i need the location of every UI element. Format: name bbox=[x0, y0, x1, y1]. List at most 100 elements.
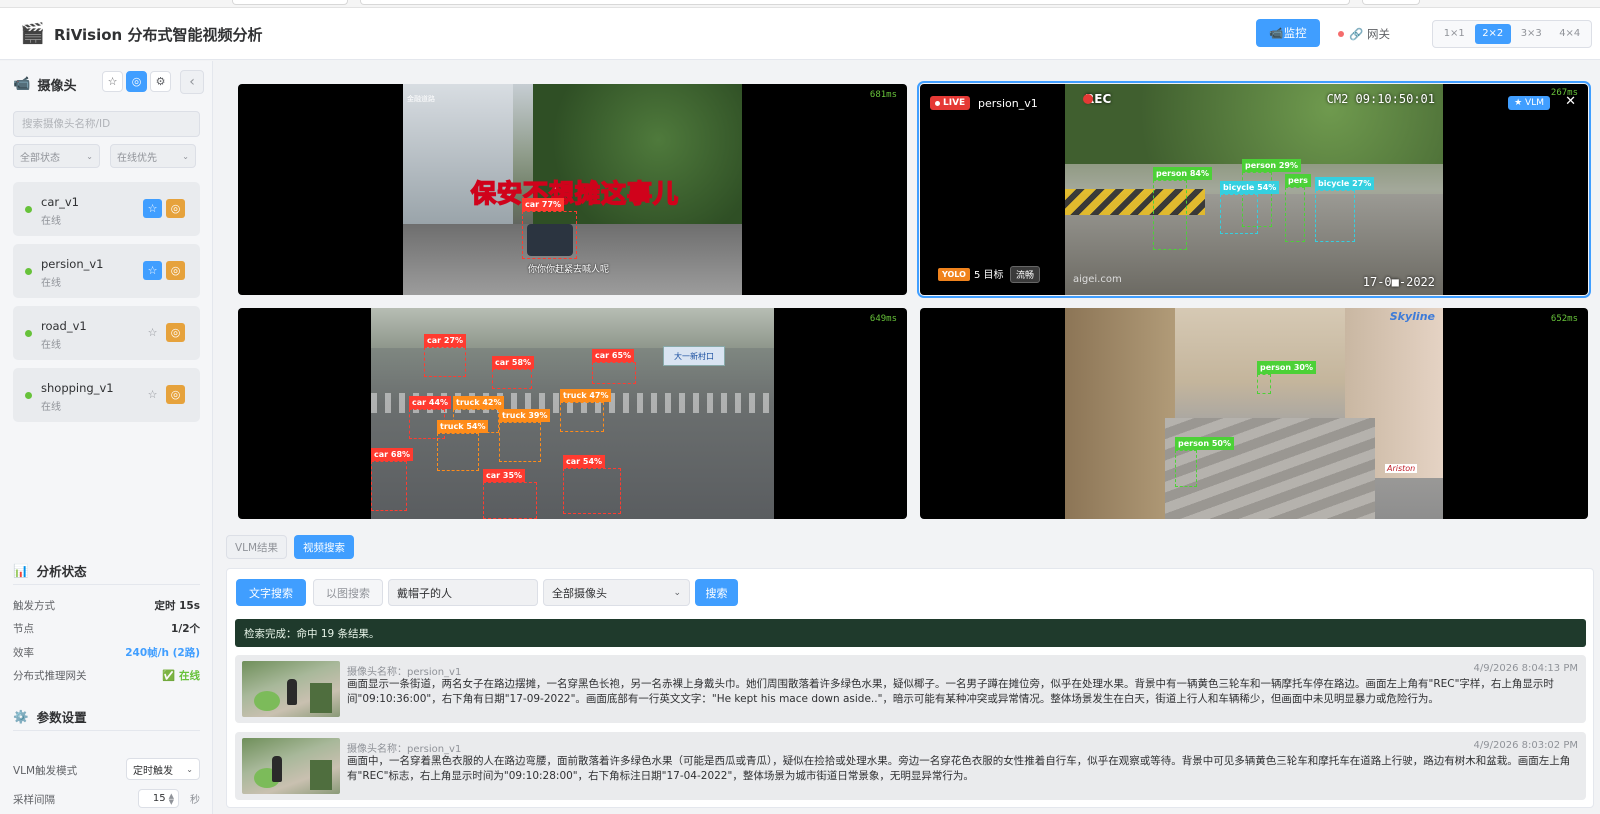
favorite-star-icon[interactable]: ☆ bbox=[143, 261, 162, 280]
browser-address-edge bbox=[360, 0, 1350, 5]
online-status-dot bbox=[25, 206, 32, 213]
favorite-filter-button[interactable]: ☆ bbox=[102, 71, 123, 92]
detection-label: car 58% bbox=[492, 356, 535, 369]
layout-4x4-button[interactable]: 4×4 bbox=[1552, 24, 1589, 44]
stepper-arrows-icon[interactable]: ▲ ▼ bbox=[169, 792, 174, 805]
interval-value: 15 bbox=[152, 793, 166, 804]
camera-state: 在线 bbox=[41, 278, 61, 289]
video-tile-road-v1[interactable]: 大一新村口 car 27% car 58% car 65% car 44% tr… bbox=[238, 308, 907, 519]
detection-box: person 30% bbox=[1257, 361, 1316, 394]
camera-card-road-v1[interactable]: road_v1 在线 ☆ ◎ bbox=[13, 306, 200, 360]
favorite-star-icon[interactable]: ☆ bbox=[143, 323, 162, 342]
video-search-panel: 文字搜索 以图搜索 全部摄像头 ⌄ 搜索 检索完成：命中 19 条结果。 摄像头名… bbox=[226, 568, 1594, 808]
kv-value: 1/2个 bbox=[171, 623, 200, 635]
detection-label: person 84% bbox=[1153, 167, 1212, 180]
detection-label: person 30% bbox=[1257, 361, 1316, 374]
detection-toggle-icon[interactable]: ◎ bbox=[166, 385, 185, 404]
result-item[interactable]: 摄像头名称：persion_v1 4/9/2026 8:03:02 PM 画面中… bbox=[235, 732, 1586, 800]
video-frame: Skyline Ariston person 30% person 50% bbox=[1065, 308, 1443, 519]
gateway-label: 🔗 网关 bbox=[1349, 27, 1390, 41]
layout-1x1-button[interactable]: 1×1 bbox=[1436, 24, 1473, 44]
osd-date: 17-0■-2022 bbox=[1362, 275, 1435, 289]
result-timestamp: 4/9/2026 8:03:02 PM bbox=[1473, 740, 1578, 751]
result-thumbnail[interactable] bbox=[242, 661, 340, 717]
search-button[interactable]: 搜索 bbox=[695, 579, 738, 606]
image-search-button[interactable]: 以图搜索 bbox=[313, 579, 383, 606]
detection-box: car 68% bbox=[371, 448, 414, 511]
video-tile-persion-v1[interactable]: REC CM2 09:10:50:01 17-0■-2022 aigei.com… bbox=[917, 81, 1591, 298]
detection-label: pers bbox=[1285, 174, 1311, 187]
camera-sidebar: 📹 摄像头 ☆ ◎ ⚙ ‹ 全部状态 ⌄ 在线优先 ⌄ car_v1 在线 ☆ ◎ … bbox=[0, 61, 213, 814]
detection-box: pers bbox=[1285, 174, 1311, 242]
camera-filter-value: 全部摄像头 bbox=[552, 586, 607, 600]
kv-value: 定时 15s bbox=[154, 600, 200, 612]
result-thumbnail[interactable] bbox=[242, 738, 340, 794]
tab-video-search[interactable]: 视频搜索 bbox=[294, 535, 354, 559]
detection-toggle-icon[interactable]: ◎ bbox=[166, 323, 185, 342]
latency-readout: 681ms bbox=[869, 90, 897, 100]
monitor-button[interactable]: 📹监控 bbox=[1256, 19, 1320, 47]
detection-label: car 44% bbox=[409, 396, 452, 409]
analysis-row-nodes: 节点 1/2个 bbox=[13, 621, 200, 636]
monitor-button-label: 📹监控 bbox=[1269, 26, 1307, 40]
detection-box: bicycle 54% bbox=[1220, 181, 1280, 234]
settings-button[interactable]: ⚙ bbox=[150, 71, 171, 92]
status-filter-value: 全部状态 bbox=[20, 152, 60, 164]
kv-value: 240帧/h (2路) bbox=[125, 647, 200, 659]
video-tile-car-v1[interactable]: 金融道路 保安不想摊这事儿 car 77% 你你你赶紧去喊人呢 681ms bbox=[238, 84, 907, 295]
status-filter-select[interactable]: 全部状态 ⌄ bbox=[13, 144, 100, 168]
vlm-badge[interactable]: ★ VLM bbox=[1508, 96, 1550, 110]
detection-toggle-icon[interactable]: ◎ bbox=[166, 199, 185, 218]
video-tile-shopping-v1[interactable]: Skyline Ariston person 30% person 50% 65… bbox=[920, 308, 1588, 519]
detection-label: truck 54% bbox=[437, 420, 489, 433]
params-title-text: 参数设置 bbox=[36, 710, 87, 725]
camera-name: persion_v1 bbox=[41, 257, 104, 271]
vlm-mode-select[interactable]: 定时触发 ⌄ bbox=[126, 758, 200, 780]
layout-3x3-button[interactable]: 3×3 bbox=[1513, 24, 1550, 44]
detection-box: bicycle 27% bbox=[1315, 177, 1375, 242]
detection-box: car 27% bbox=[424, 334, 467, 377]
favorite-star-icon[interactable]: ☆ bbox=[143, 385, 162, 404]
kv-key: 效率 bbox=[13, 647, 34, 659]
bar-chart-icon: 📊 bbox=[13, 562, 29, 578]
detection-label: bicycle 54% bbox=[1220, 181, 1280, 194]
camera-search-input[interactable] bbox=[13, 111, 200, 137]
video-watermark: aigei.com bbox=[1073, 274, 1122, 285]
collapse-sidebar-button[interactable]: ‹ bbox=[180, 70, 204, 94]
layout-2x2-button[interactable]: 2×2 bbox=[1474, 24, 1511, 44]
camera-state: 在线 bbox=[41, 216, 61, 227]
interval-label: 采样间隔 bbox=[13, 794, 55, 806]
interval-stepper[interactable]: 15 ▲ ▼ bbox=[138, 789, 179, 808]
text-search-button[interactable]: 文字搜索 bbox=[236, 579, 306, 606]
detection-filter-button[interactable]: ◎ bbox=[126, 71, 147, 92]
sort-filter-select[interactable]: 在线优先 ⌄ bbox=[110, 144, 196, 168]
tab-vlm-results[interactable]: VLM结果 bbox=[226, 535, 287, 559]
camera-filter-select[interactable]: 全部摄像头 ⌄ bbox=[543, 579, 690, 606]
result-banner-text: 检索完成：命中 19 条结果。 bbox=[244, 627, 380, 640]
analysis-section-title: 📊 分析状态 bbox=[13, 561, 87, 580]
camera-card-shopping-v1[interactable]: shopping_v1 在线 ☆ ◎ bbox=[13, 368, 200, 422]
chevron-down-icon: ⌄ bbox=[673, 587, 681, 598]
result-item[interactable]: 摄像头名称：persion_v1 4/9/2026 8:04:13 PM 画面显… bbox=[235, 655, 1586, 723]
camera-card-persion-v1[interactable]: persion_v1 在线 ☆ ◎ bbox=[13, 244, 200, 298]
favorite-star-icon[interactable]: ☆ bbox=[143, 199, 162, 218]
result-timestamp: 4/9/2026 8:04:13 PM bbox=[1473, 663, 1578, 674]
chevron-down-icon: ⌄ bbox=[182, 151, 189, 161]
camera-name: shopping_v1 bbox=[41, 381, 114, 395]
analysis-row-efficiency: 效率 240帧/h (2路) bbox=[13, 645, 200, 660]
vlm-mode-label: VLM触发模式 bbox=[13, 765, 78, 777]
result-description: 画面显示一条街道，两名女子在路边摆摊，一名穿黑色长袍，另一名赤裸上身戴头巾。她们… bbox=[347, 678, 1554, 705]
stream-quality-button[interactable]: 流畅 bbox=[1010, 266, 1041, 283]
search-query-input[interactable] bbox=[388, 579, 538, 606]
gateway-link[interactable]: 🔗 网关 bbox=[1338, 26, 1390, 42]
tile-camera-name: persion_v1 bbox=[978, 97, 1038, 110]
detection-box: car 65% bbox=[592, 349, 636, 384]
video-caption: 保安不想摊这事儿 bbox=[470, 178, 680, 209]
vlm-mode-value: 定时触发 bbox=[133, 765, 173, 777]
camera-card-car-v1[interactable]: car_v1 在线 ☆ ◎ bbox=[13, 182, 200, 236]
sidebar-tools: ☆ ◎ ⚙ bbox=[102, 71, 171, 92]
params-section-title: ⚙️ 参数设置 bbox=[13, 707, 87, 726]
close-icon[interactable]: ✕ bbox=[1565, 94, 1576, 109]
divider bbox=[13, 584, 200, 585]
detection-toggle-icon[interactable]: ◎ bbox=[166, 261, 185, 280]
